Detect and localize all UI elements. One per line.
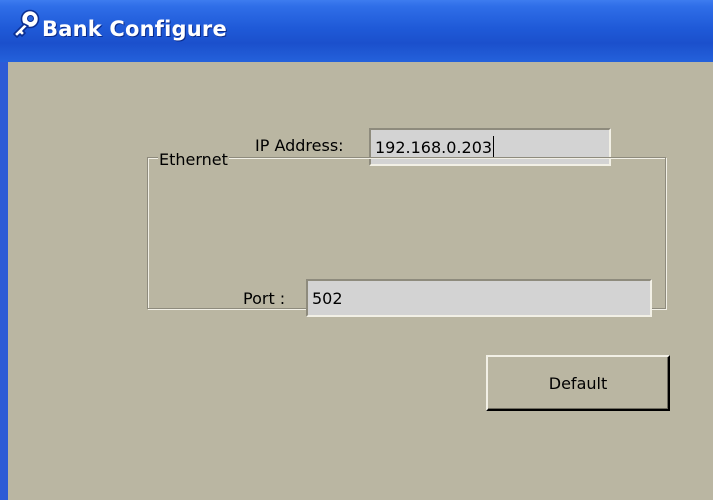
default-button-label: Default [548, 373, 608, 393]
text-caret [493, 136, 495, 158]
port-input[interactable]: 502 [306, 279, 652, 317]
bank-configure-window: Bank Configure IP Address: 192.168.0.203… [0, 0, 713, 500]
port-label: Port : [243, 289, 286, 308]
wrench-icon [13, 9, 40, 38]
window-title: Bank Configure [42, 17, 227, 41]
ip-address-label: IP Address: [255, 136, 344, 155]
ip-address-value: 192.168.0.203 [375, 137, 493, 157]
title-bar[interactable]: Bank Configure [0, 0, 713, 62]
ethernet-group-label: Ethernet [158, 150, 229, 169]
default-button[interactable]: Default [486, 355, 670, 411]
port-value: 502 [312, 288, 343, 308]
